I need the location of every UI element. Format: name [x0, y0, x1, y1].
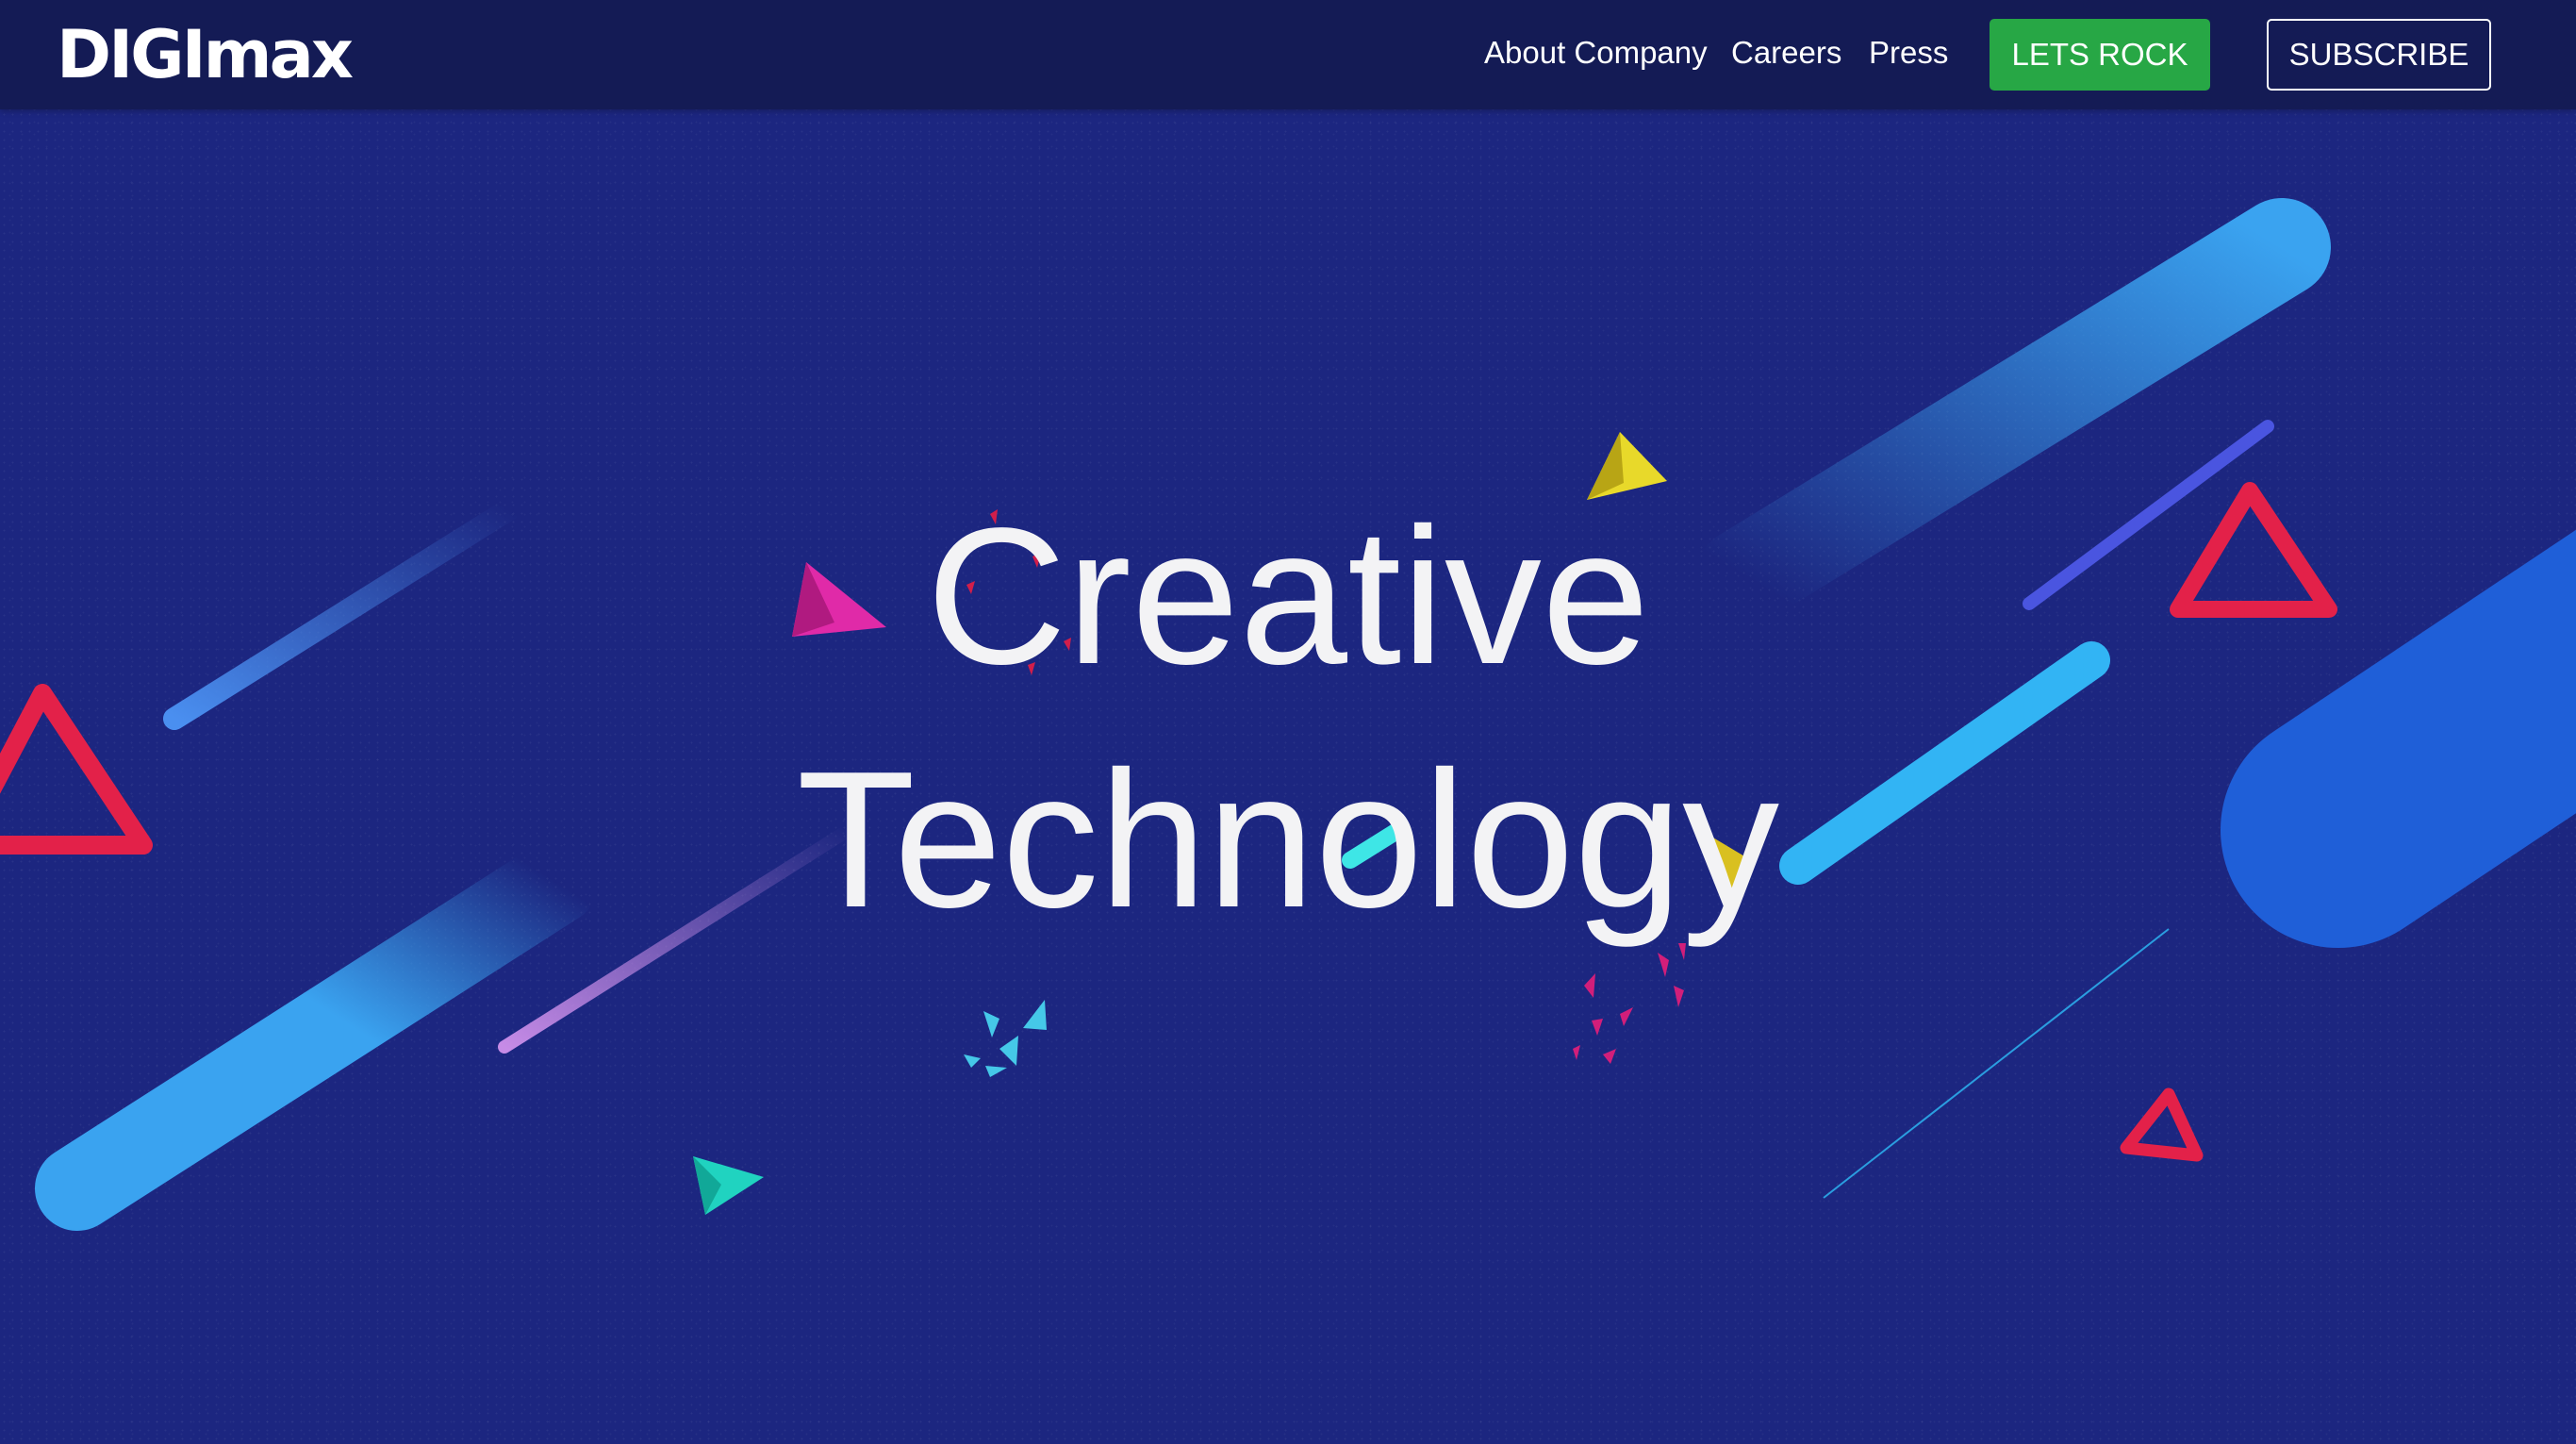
nav-link-careers[interactable]: Careers [1731, 32, 1841, 74]
decorative-shapes [0, 198, 2576, 1231]
nav-link-about-company[interactable]: About Company [1484, 32, 1708, 74]
streak-shape [1823, 928, 2170, 1199]
subscribe-button[interactable]: SUBSCRIBE [2267, 19, 2491, 91]
brand-logo[interactable]: DIGImax [57, 17, 354, 92]
lets-rock-button[interactable]: LETS ROCK [1990, 19, 2210, 91]
hero-title-line2: Technology [796, 731, 1780, 948]
top-navigation-bar: DIGImax About Company Careers Press LETS… [0, 0, 2576, 109]
page: DIGImax About Company Careers Press LETS… [0, 0, 2576, 1444]
triangle-shape [2120, 1087, 2204, 1162]
hero-title-line1: Creative [926, 488, 1650, 705]
nav-link-press[interactable]: Press [1869, 32, 1948, 74]
shard-cluster [964, 1000, 1047, 1077]
shard-cluster [1573, 943, 1686, 1064]
